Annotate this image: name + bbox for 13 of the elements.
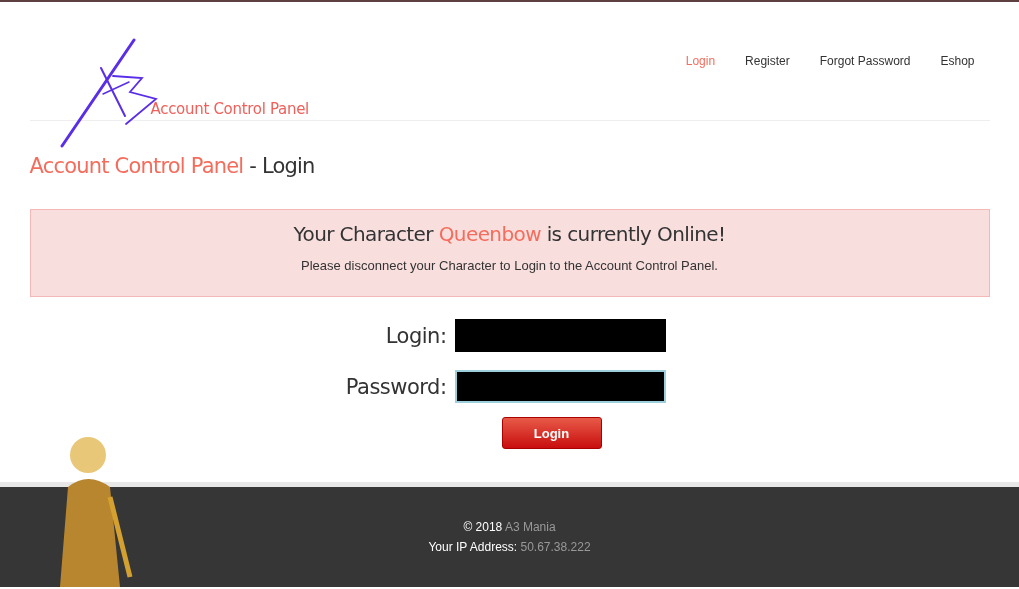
field-label: Password: [344, 374, 447, 399]
login-button[interactable]: Login [501, 417, 602, 449]
nav-link[interactable]: Eshop [940, 54, 975, 68]
logo-text: Account Control Panel [150, 100, 309, 118]
field-label: Login: [384, 323, 447, 348]
page-title: Account Control Panel - Login [29, 154, 316, 178]
nav-link[interactable]: Forgot Password [819, 54, 911, 68]
alert-message: Please disconnect your Character to Login to the Account Control Panel. [300, 258, 719, 273]
nav-link[interactable]: Register [745, 54, 790, 68]
input-field[interactable] [454, 319, 666, 352]
copyright-text: © 2018 A3 Mania [463, 520, 556, 534]
alert-title: Your Character Queenbow is currently Online! [292, 222, 727, 246]
ip-address-text: Your IP Address: 50.67.38.222 [428, 540, 591, 554]
